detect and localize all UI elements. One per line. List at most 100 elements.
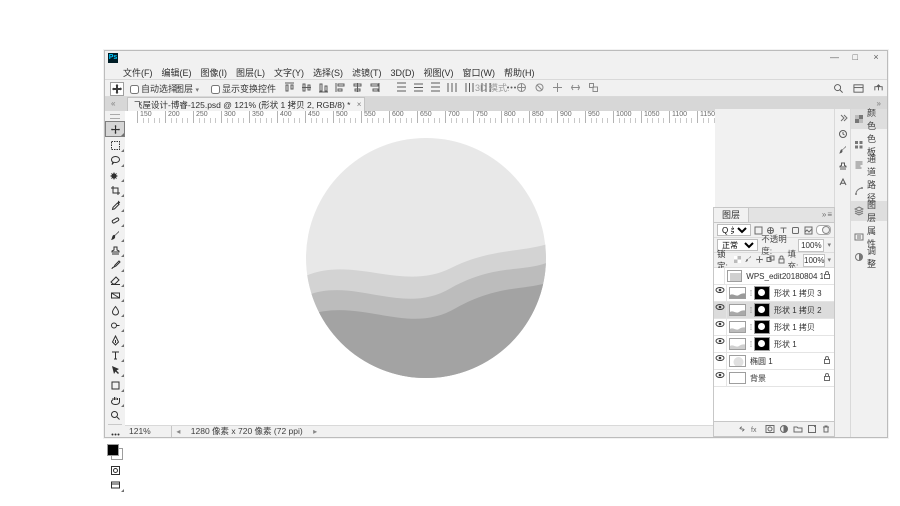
panel-tab-swatch[interactable]: 颜色 xyxy=(851,109,887,129)
slide-icon[interactable] xyxy=(569,81,582,94)
move-tool[interactable] xyxy=(105,121,125,137)
layer-name[interactable]: 形状 1 拷贝 3 xyxy=(772,288,822,299)
layer-row[interactable]: ⁞形状 1 拷贝 xyxy=(714,319,834,336)
layer-name[interactable]: 形状 1 拷贝 xyxy=(772,322,815,333)
layer-thumb[interactable] xyxy=(729,355,746,367)
maximize-button[interactable]: □ xyxy=(846,51,864,63)
panel-more-icon[interactable]: » xyxy=(822,210,826,219)
status-right-arrow[interactable]: ▸ xyxy=(311,427,319,436)
layer-name[interactable]: 椭圆 1 xyxy=(748,356,773,367)
path-select-tool[interactable] xyxy=(106,363,124,377)
blur-tool[interactable] xyxy=(106,303,124,317)
panel-tab-layers[interactable]: 图层 xyxy=(851,201,887,221)
collapse-arrow-icon[interactable] xyxy=(836,111,850,125)
group-icon[interactable] xyxy=(792,424,803,435)
zoom-tool[interactable] xyxy=(106,408,124,422)
panel-menu-icon[interactable]: ≡ xyxy=(827,210,832,219)
scale-icon[interactable] xyxy=(587,81,600,94)
align-left-icon[interactable] xyxy=(334,81,347,94)
workspace-menu-icon[interactable] xyxy=(851,81,865,95)
opacity-value[interactable]: 100% xyxy=(798,239,824,252)
gradient-tool[interactable] xyxy=(106,288,124,302)
menu-item[interactable]: 文件(F) xyxy=(123,68,153,78)
document-tab[interactable]: 飞屋设计-博睿-125.psd @ 121% (形状 1 拷贝 2, RGB/8… xyxy=(127,97,365,112)
character-panel-icon[interactable] xyxy=(836,175,850,189)
layer-thumb[interactable] xyxy=(727,270,742,282)
menu-item[interactable]: 选择(S) xyxy=(313,68,343,78)
layer-mask-thumb[interactable] xyxy=(754,320,770,334)
panel-tab-para[interactable]: 通道 xyxy=(851,155,887,175)
dodge-tool[interactable] xyxy=(106,318,124,332)
tab-scroll-left[interactable]: « xyxy=(111,99,115,108)
brush-tool[interactable] xyxy=(106,228,124,242)
fill-value[interactable]: 100% xyxy=(803,254,825,267)
layer-thumb[interactable] xyxy=(729,321,746,333)
share-icon[interactable] xyxy=(871,81,885,95)
lock-paint-icon[interactable] xyxy=(744,255,753,265)
layer-row[interactable]: 椭圆 1 xyxy=(714,353,834,370)
layer-mask-thumb[interactable] xyxy=(754,286,770,300)
pen-tool[interactable] xyxy=(106,333,124,347)
type-tool[interactable] xyxy=(106,348,124,362)
mode-3d-icons[interactable] xyxy=(515,81,600,94)
lock-trans-icon[interactable] xyxy=(733,255,742,265)
layer-name[interactable]: 形状 1 xyxy=(772,339,797,350)
layer-thumb[interactable] xyxy=(729,372,746,384)
layer-row[interactable]: 背景 xyxy=(714,370,834,387)
menu-item[interactable]: 帮助(H) xyxy=(504,68,535,78)
history-brush-tool[interactable] xyxy=(106,258,124,272)
distribute-left-icon[interactable] xyxy=(446,81,459,94)
fg-bg-color[interactable] xyxy=(106,443,124,461)
filter-kind-select[interactable]: Q 类型 xyxy=(717,224,751,236)
layer-thumb[interactable] xyxy=(729,287,746,299)
layer-name[interactable]: WPS_edit20180804 10... xyxy=(744,272,823,281)
healing-tool[interactable] xyxy=(106,213,124,227)
layers-list[interactable]: WPS_edit20180804 10... ⁞形状 1 拷贝 3 ⁞形状 1 拷贝… xyxy=(714,268,834,421)
shape-tool[interactable] xyxy=(106,378,124,392)
visibility-toggle[interactable] xyxy=(714,336,727,352)
status-left-arrow[interactable]: ◂ xyxy=(174,427,182,436)
eyedropper-tool[interactable] xyxy=(106,198,124,212)
fx-icon[interactable]: fx xyxy=(750,424,761,435)
quickmask-icon[interactable] xyxy=(106,463,124,477)
visibility-toggle[interactable] xyxy=(714,370,727,386)
crop-tool[interactable] xyxy=(106,183,124,197)
zoom-value[interactable]: 121% xyxy=(125,426,172,437)
orbit-icon[interactable] xyxy=(515,81,528,94)
link-layers-icon[interactable] xyxy=(736,424,747,435)
layer-row[interactable]: WPS_edit20180804 10... xyxy=(714,268,834,285)
delete-layer-icon[interactable] xyxy=(820,424,831,435)
menu-item[interactable]: 文字(Y) xyxy=(274,68,304,78)
show-transform-checkbox[interactable]: 显示变换控件 xyxy=(211,82,276,95)
menu-item[interactable]: 图像(I) xyxy=(201,68,228,78)
canvas[interactable] xyxy=(137,123,715,426)
minimize-button[interactable]: — xyxy=(825,51,843,63)
layer-thumb[interactable] xyxy=(729,304,746,316)
menu-item[interactable]: 视图(V) xyxy=(424,68,454,78)
wand-tool[interactable] xyxy=(106,168,124,182)
visibility-toggle[interactable] xyxy=(714,285,727,301)
lasso-tool[interactable] xyxy=(106,153,124,167)
hand-tool[interactable] xyxy=(106,393,124,407)
adjustment-icon[interactable] xyxy=(778,424,789,435)
screenmode-icon[interactable] xyxy=(106,478,124,492)
align-right-icon[interactable] xyxy=(368,81,381,94)
menu-item[interactable]: 3D(D) xyxy=(391,68,415,78)
doc-info[interactable]: 1280 像素 x 720 像素 (72 ppi) xyxy=(185,426,309,437)
history-panel-icon[interactable] xyxy=(836,127,850,141)
auto-select-target[interactable]: 图层 ▾ xyxy=(175,82,199,95)
panel-tab-adjust[interactable]: 调整 xyxy=(851,247,887,267)
marquee-tool[interactable] xyxy=(106,138,124,152)
layer-name[interactable]: 背景 xyxy=(748,373,766,384)
toolbox-grip[interactable] xyxy=(110,114,120,119)
layer-row[interactable]: ⁞形状 1 拷贝 3 xyxy=(714,285,834,302)
menu-item[interactable]: 窗口(W) xyxy=(463,68,496,78)
edit-toolbar-icon[interactable] xyxy=(106,427,124,441)
lock-nest-icon[interactable] xyxy=(766,255,775,265)
layer-thumb[interactable] xyxy=(729,338,746,350)
layers-panel-title[interactable]: 图层 xyxy=(714,208,749,222)
menu-item[interactable]: 滤镜(T) xyxy=(352,68,382,78)
auto-select-checkbox[interactable]: 自动选择: xyxy=(130,82,180,95)
roll-icon[interactable] xyxy=(533,81,546,94)
close-button[interactable]: × xyxy=(867,51,885,63)
